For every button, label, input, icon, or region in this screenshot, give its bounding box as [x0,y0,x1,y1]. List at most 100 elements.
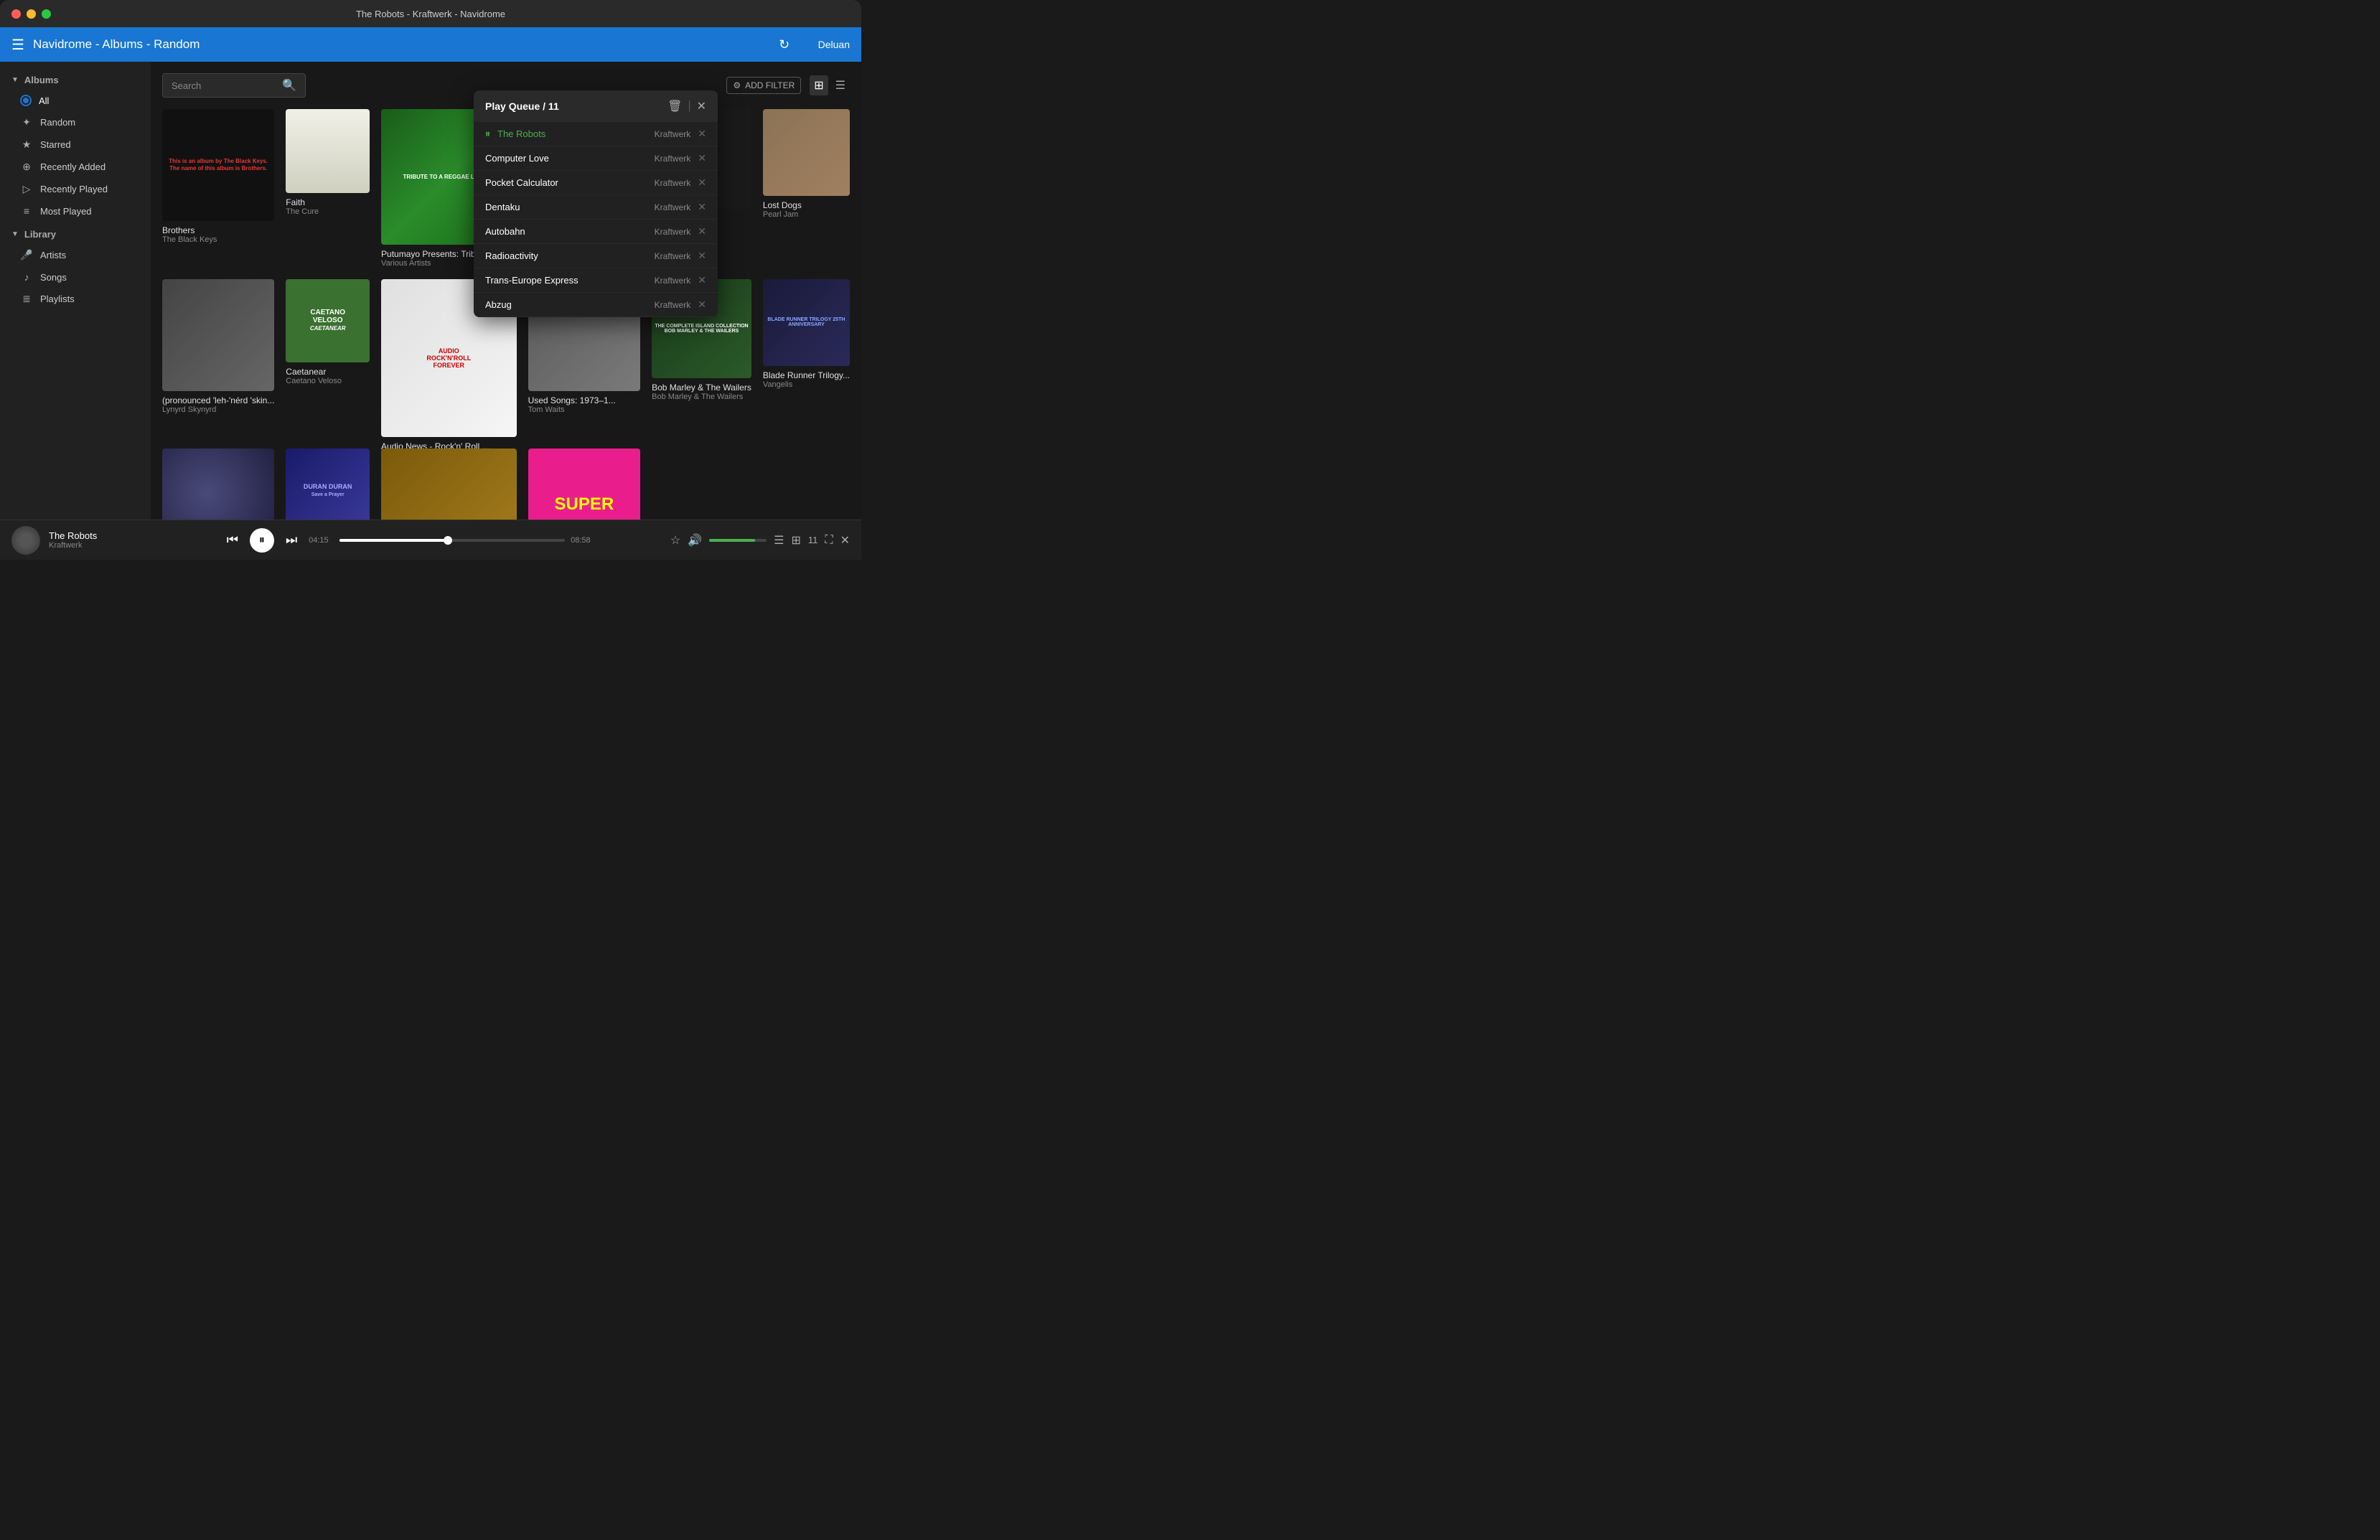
sidebar-item-songs[interactable]: ♪ Songs [0,266,151,288]
progress-area: 04:15 08:58 [309,536,596,545]
play-queue-header: Play Queue / 11 🗑 | ✕ [474,90,718,122]
album-cover-caetanear: CAETANOVELOSOCAETANEAR [286,279,370,363]
skip-forward-button[interactable]: ⏭ [283,530,300,550]
sidebar-item-artists[interactable]: 🎤 Artists [0,244,151,266]
volume-bar[interactable] [709,539,767,542]
queue-remove-3[interactable]: ✕ [698,177,706,189]
album-card-faith[interactable]: Faith The Cure [286,109,370,268]
album-cover-saveaprayer: DURAN DURANSave a Prayer [286,449,370,520]
close-player-icon[interactable]: ✕ [840,533,850,548]
album-card-caetanear[interactable]: CAETANOVELOSOCAETANEAR Caetanear Caetano… [286,279,370,438]
album-cover-obscured [162,449,274,520]
queue-item-7[interactable]: Trans-Europe Express Kraftwerk ✕ [474,268,718,293]
sidebar-item-starred[interactable]: ★ Starred [0,133,151,156]
list-view-button[interactable]: ☰ [831,75,850,95]
most-played-icon: ≡ [20,205,33,217]
sidebar-item-most-played[interactable]: ≡ Most Played [0,200,151,222]
queue-item-5[interactable]: Autobahn Kraftwerk ✕ [474,220,718,244]
queue-item-3[interactable]: Pocket Calculator Kraftwerk ✕ [474,171,718,195]
album-artist: The Cure [286,207,370,216]
topbar-right: ↻ 👤 Deluan [779,37,850,52]
album-cover-golden [381,449,517,520]
albums-section-header[interactable]: ▼ Albums [0,70,151,90]
close-button[interactable] [11,9,21,19]
queue-remove-8[interactable]: ✕ [698,299,706,311]
albums-section: ▼ Albums All ✦ Random ★ Starred ⊕ Recent… [0,70,151,222]
queue-remove-6[interactable]: ✕ [698,250,706,262]
album-artist: Pearl Jam [763,210,850,219]
radio-icon [20,95,32,106]
album-card-super[interactable]: SUPER Super Pet Shop Boys [528,449,641,520]
shuffle-icon: ✦ [20,116,33,128]
search-box[interactable]: 🔍 [162,73,306,98]
queue-track-artist: Kraftwerk [655,300,691,310]
sidebar-item-random[interactable]: ✦ Random [0,111,151,133]
queue-item-8[interactable]: Abzug Kraftwerk ✕ [474,293,718,317]
queue-track-title: The Robots [497,128,647,139]
album-card-lynyrd[interactable]: (pronounced 'leh-'nérd 'skin... Lynyrd S… [162,279,274,438]
album-card-bladerunner[interactable]: BLADE RUNNER TRILOGY 25TH ANNIVERSARY Bl… [763,279,850,438]
album-card-obscured[interactable]: Obscured By Clouds Pink Floyd [162,449,274,520]
queue-track-artist: Kraftwerk [655,202,691,212]
queue-item-1[interactable]: ⏸ The Robots Kraftwerk ✕ [474,122,718,146]
queue-remove-1[interactable]: ✕ [698,128,706,140]
album-title: Bob Marley & The Wailers [652,382,751,393]
album-card-saveaprayer[interactable]: DURAN DURANSave a Prayer Save a Prayer D… [286,449,370,520]
queue-remove-7[interactable]: ✕ [698,274,706,286]
album-card-golden[interactable]: 12 Golden Country Greats Ween [381,449,517,520]
sidebar-item-all[interactable]: All [0,90,151,111]
album-card-brothers[interactable]: This is an album by The Black Keys. The … [162,109,274,268]
window-controls [11,9,51,19]
chevron-down-icon-library: ▼ [11,230,19,238]
menu-icon[interactable]: ☰ [11,36,24,54]
queue-item-4[interactable]: Dentaku Kraftwerk ✕ [474,195,718,220]
sidebar-label-songs: Songs [40,272,67,283]
sidebar-label-playlists: Playlists [40,294,75,304]
add-filter-button[interactable]: ⚙ ADD FILTER [726,77,801,94]
library-section-header[interactable]: ▼ Library [0,225,151,244]
queue-track-artist: Kraftwerk [655,227,691,237]
sidebar-item-recently-added[interactable]: ⊕ Recently Added [0,156,151,178]
sidebar-label-artists: Artists [40,250,66,260]
album-artist: Bob Marley & The Wailers [652,393,751,401]
sidebar-item-recently-played[interactable]: ▷ Recently Played [0,178,151,200]
queue-item-2[interactable]: Computer Love Kraftwerk ✕ [474,146,718,171]
queue-delete-icon[interactable]: 🗑 [667,99,682,113]
lyrics-icon[interactable]: ⊞ [791,533,800,548]
search-icon: 🔍 [282,78,296,93]
queue-track-artist: Kraftwerk [655,178,691,188]
queue-close-icon[interactable]: ✕ [697,99,706,113]
sidebar: ▼ Albums All ✦ Random ★ Starred ⊕ Recent… [0,62,151,520]
album-title: Caetanear [286,367,370,377]
queue-item-6[interactable]: Radioactivity Kraftwerk ✕ [474,244,718,268]
queue-track-title: Radioactivity [485,250,647,261]
refresh-icon[interactable]: ↻ [779,37,790,52]
queue-remove-4[interactable]: ✕ [698,201,706,213]
user-menu[interactable]: 👤 Deluan [801,39,850,51]
sidebar-item-playlists[interactable]: ≣ Playlists [0,288,151,310]
volume-icon[interactable]: 🔊 [688,533,702,548]
search-input[interactable] [172,80,276,91]
favorite-icon[interactable]: ☆ [670,533,680,548]
album-cover-lostdogs [763,109,850,196]
add-filter-label: ADD FILTER [745,80,795,90]
library-section: ▼ Library 🎤 Artists ♪ Songs ≣ Playlists [0,225,151,310]
queue-remove-2[interactable]: ✕ [698,152,706,164]
main-layout: ▼ Albums All ✦ Random ★ Starred ⊕ Recent… [0,62,861,520]
album-cover-bladerunner: BLADE RUNNER TRILOGY 25TH ANNIVERSARY [763,279,850,366]
queue-track-title: Pocket Calculator [485,177,647,188]
album-card-lostdogs[interactable]: Lost Dogs Pearl Jam [763,109,850,268]
skip-back-button[interactable]: ⏮ [224,530,241,550]
maximize-button[interactable] [42,9,51,19]
pause-button[interactable]: ⏸ [250,528,274,553]
fullscreen-icon[interactable]: ⛶ [825,534,833,547]
progress-bar[interactable] [339,539,565,542]
minimize-button[interactable] [27,9,36,19]
play-queue-title: Play Queue / 11 [485,100,559,112]
progress-handle[interactable] [444,536,452,545]
star-icon: ★ [20,138,33,151]
queue-icon[interactable]: ☰ [774,533,784,548]
grid-view-button[interactable]: ⊞ [810,75,828,95]
sidebar-label-all: All [39,95,49,106]
queue-remove-5[interactable]: ✕ [698,225,706,238]
